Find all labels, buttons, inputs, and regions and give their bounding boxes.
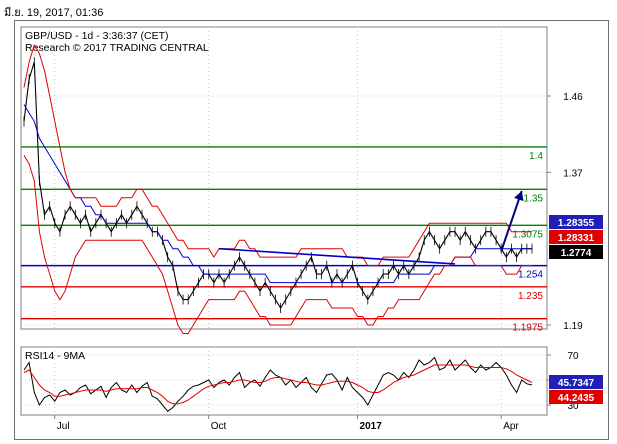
level-label: 1.3075 bbox=[512, 229, 543, 240]
chart-subtitle: Research © 2017 TRADING CENTRAL bbox=[25, 42, 209, 54]
rsi-tick-label: 70 bbox=[567, 351, 579, 362]
price-tick-label: 1.37 bbox=[563, 168, 583, 179]
chart-frame: GBP/USD - 1d - 3:36:37 (CET) Research © 2… bbox=[14, 20, 609, 440]
price-box-label: 1.28331 bbox=[558, 233, 595, 244]
chart-title: GBP/USD - 1d - 3:36:37 (CET) bbox=[25, 30, 169, 42]
timestamp: มี.ย. 19, 2017, 01:36 bbox=[4, 7, 104, 19]
top-bar: มี.ย. 19, 2017, 01:36 bbox=[0, 0, 617, 20]
price-box-label: 1.28355 bbox=[558, 218, 595, 229]
x-tick-label: Apr bbox=[503, 421, 519, 432]
price-tick-label: 1.46 bbox=[563, 92, 583, 103]
rsi-value-label: 45.7347 bbox=[558, 378, 595, 389]
level-label: 1.235 bbox=[518, 291, 543, 302]
x-tick-label: 2017 bbox=[360, 421, 383, 432]
level-label: 1.4 bbox=[529, 151, 543, 162]
level-label: 1.1975 bbox=[512, 323, 543, 334]
level-label: 1.35 bbox=[524, 193, 544, 204]
x-tick-label: Oct bbox=[211, 421, 227, 432]
rsi-title: RSI14 - 9MA bbox=[25, 350, 85, 362]
price-panel bbox=[20, 26, 548, 330]
rsi-panel bbox=[20, 346, 548, 416]
price-chart: GBP/USD - 1d - 3:36:37 (CET)Research © 2… bbox=[20, 26, 603, 432]
rsi-value-label: 44.2435 bbox=[558, 393, 595, 404]
x-tick-label: Jul bbox=[57, 421, 70, 432]
level-label: 1.254 bbox=[518, 270, 543, 281]
price-box-label: 1.2774 bbox=[561, 248, 592, 259]
price-tick-label: 1.19 bbox=[563, 321, 583, 332]
